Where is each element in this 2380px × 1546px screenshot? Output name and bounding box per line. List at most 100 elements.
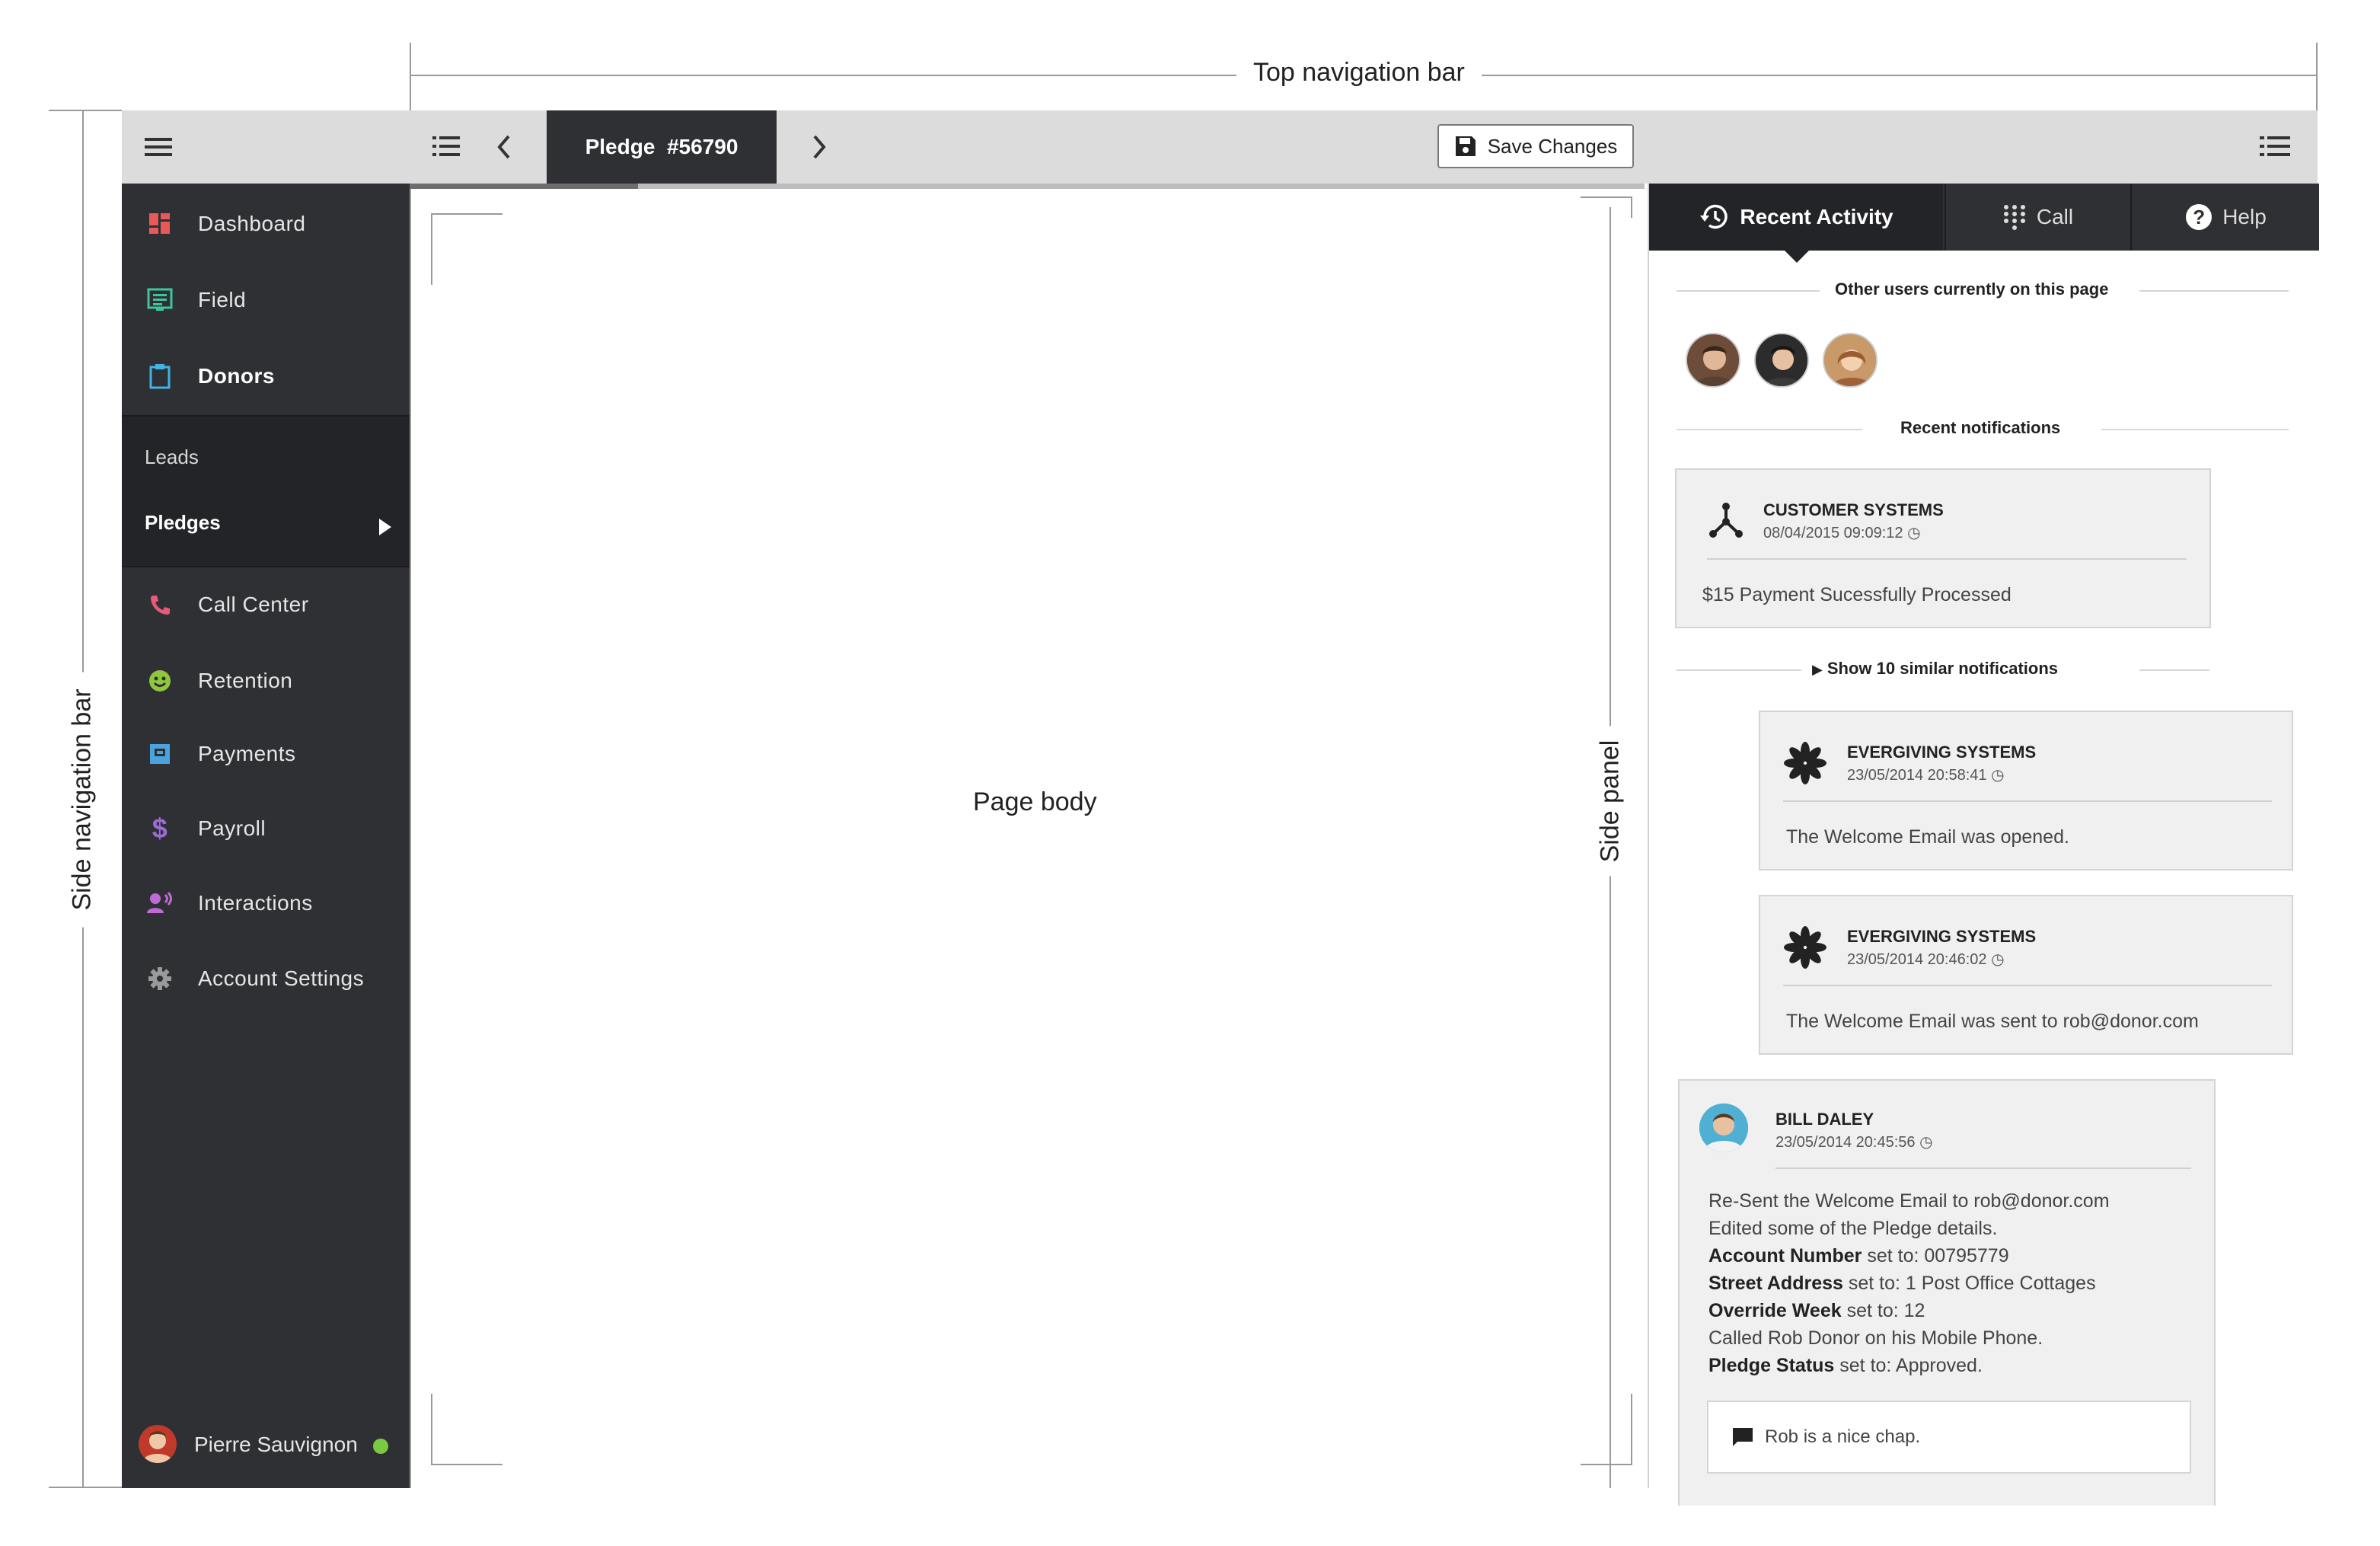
floppy-disk-icon bbox=[1455, 136, 1476, 156]
user-avatar[interactable] bbox=[1686, 333, 1740, 388]
sidebar-item-call-center[interactable]: Call Center bbox=[122, 567, 410, 642]
divider bbox=[2101, 429, 2289, 430]
sidebar-item-dashboard[interactable]: Dashboard bbox=[122, 187, 410, 261]
user-avatar[interactable] bbox=[1823, 333, 1878, 388]
chevron-right-icon[interactable] bbox=[810, 133, 828, 161]
tab-help[interactable]: ? Help bbox=[2130, 184, 2321, 251]
save-changes-label: Save Changes bbox=[1487, 134, 1618, 158]
notification-card[interactable]: CUSTOMER SYSTEMS 08/04/2015 09:09:12 ◷ $… bbox=[1675, 468, 2211, 628]
history-icon bbox=[1700, 204, 1728, 229]
activity-user-name: BILL DALEY bbox=[1775, 1110, 1874, 1129]
comment-box[interactable]: Rob is a nice chap. bbox=[1707, 1401, 2191, 1474]
corner-mark-bottom-right bbox=[1581, 1394, 1632, 1465]
divider bbox=[2139, 669, 2209, 671]
side-nav-annotation-tick-top bbox=[49, 110, 122, 111]
divider bbox=[1677, 290, 1820, 292]
activity-line: Account Number set to: 00795779 bbox=[1708, 1245, 2009, 1267]
notification-card[interactable]: EVERGIVING SYSTEMS 23/05/2014 20:46:02 ◷… bbox=[1759, 895, 2293, 1055]
sidebar-user[interactable]: Pierre Sauvignon bbox=[122, 1405, 410, 1481]
save-changes-button[interactable]: Save Changes bbox=[1437, 124, 1634, 168]
phone-icon bbox=[145, 589, 175, 620]
side-navigation-bar: Dashboard Field Donors Leads Pledges Cal… bbox=[122, 110, 410, 1488]
sidebar-item-donors[interactable]: Donors bbox=[122, 339, 410, 414]
sidebar-item-label: Donors bbox=[198, 364, 275, 388]
tab-call[interactable]: Call bbox=[1945, 184, 2130, 251]
sidebar-item-label: Interactions bbox=[198, 891, 313, 915]
show-similar-notifications-toggle[interactable]: ▶ Show 10 similar notifications bbox=[1812, 659, 2058, 679]
field-icon bbox=[145, 285, 175, 315]
notification-body: The Welcome Email was opened. bbox=[1786, 826, 2069, 848]
sidebar-item-label: Dashboard bbox=[198, 212, 306, 235]
side-panel-annotation-label: Side panel bbox=[1595, 726, 1625, 877]
active-tab-pointer bbox=[1783, 249, 1811, 263]
sidebar-item-payroll[interactable]: $ Payroll bbox=[122, 791, 410, 866]
list-view-icon[interactable] bbox=[432, 135, 460, 158]
notification-time: 23/05/2014 20:46:02 ◷ bbox=[1847, 950, 2005, 969]
sidebar-item-label: Call Center bbox=[198, 593, 309, 616]
notification-title: CUSTOMER SYSTEMS bbox=[1763, 500, 1944, 519]
notification-title: EVERGIVING SYSTEMS bbox=[1847, 743, 2037, 762]
notification-card[interactable]: EVERGIVING SYSTEMS 23/05/2014 20:58:41 ◷… bbox=[1759, 711, 2293, 870]
side-panel-tabs: Recent Activity Call ? Help bbox=[1649, 184, 2319, 251]
hamburger-menu-icon[interactable] bbox=[145, 136, 172, 158]
sidebar-header bbox=[122, 110, 410, 184]
divider bbox=[1783, 800, 2272, 802]
sidebar-item-label: Account Settings bbox=[198, 966, 365, 990]
user-avatar bbox=[1699, 1104, 1748, 1152]
sidebar-item-account-settings[interactable]: Account Settings bbox=[122, 941, 410, 1016]
user-avatar bbox=[139, 1425, 177, 1463]
submenu-item-pledges[interactable]: Pledges bbox=[145, 511, 221, 535]
submenu-item-leads[interactable]: Leads bbox=[145, 446, 199, 469]
notification-timestamp: 08/04/2015 09:09:12 bbox=[1763, 525, 1903, 541]
page-body: Page body Side panel bbox=[410, 189, 1649, 1488]
activity-line: Pledge Status set to: Approved. bbox=[1708, 1355, 1983, 1376]
top-nav-annotation-tick-left bbox=[410, 43, 411, 111]
corner-mark-bottom-left bbox=[431, 1394, 502, 1465]
side-nav-annotation-tick-bottom bbox=[49, 1487, 122, 1488]
sidebar-item-interactions[interactable]: Interactions bbox=[122, 866, 410, 941]
tab-label: Pledge #56790 bbox=[585, 135, 739, 158]
notification-time: 23/05/2014 20:58:41 ◷ bbox=[1847, 765, 2005, 784]
sidebar-item-label: Payroll bbox=[198, 816, 266, 840]
tab-scroll-indicator bbox=[410, 184, 1645, 189]
user-avatar[interactable] bbox=[1754, 333, 1809, 388]
divider bbox=[1775, 1167, 2191, 1169]
divider bbox=[1783, 985, 2272, 986]
tab-recent-activity[interactable]: Recent Activity bbox=[1649, 184, 1943, 251]
dialpad-icon bbox=[2003, 205, 2025, 230]
activity-line: Called Rob Donor on his Mobile Phone. bbox=[1708, 1327, 2043, 1349]
dashboard-icon bbox=[145, 209, 175, 239]
corner-mark-top-right bbox=[1581, 196, 1632, 218]
clock-icon: ◷ bbox=[1919, 1134, 1933, 1151]
activity-line: Override Week set to: 12 bbox=[1708, 1300, 1925, 1321]
show-similar-label: Show 10 similar notifications bbox=[1826, 659, 2059, 678]
smiley-icon bbox=[145, 666, 175, 696]
side-nav-annotation-label: Side navigation bar bbox=[67, 672, 97, 928]
sidebar-item-payments[interactable]: Payments bbox=[122, 717, 410, 791]
tab-label: Recent Activity bbox=[1740, 205, 1893, 228]
notification-body: $15 Payment Sucessfully Processed bbox=[1702, 584, 2012, 605]
other-users-title: Other users currently on this page bbox=[1835, 279, 2109, 299]
activity-line: Street Address set to: 1 Post Office Cot… bbox=[1708, 1273, 2096, 1294]
sidebar-item-field[interactable]: Field bbox=[122, 263, 410, 337]
top-nav-annotation-label: Top navigation bar bbox=[1236, 58, 1482, 88]
tab-pledge[interactable]: Pledge #56790 bbox=[547, 110, 777, 184]
clock-icon: ◷ bbox=[1907, 525, 1921, 541]
sidebar-item-label: Field bbox=[198, 288, 247, 311]
caret-right-icon bbox=[379, 519, 391, 535]
recent-notifications-title: Recent notifications bbox=[1900, 418, 2061, 437]
sidebar-item-retention[interactable]: Retention bbox=[122, 644, 410, 718]
chevron-left-icon[interactable] bbox=[495, 133, 513, 161]
user-activity-card[interactable]: BILL DALEY 23/05/2014 20:45:56 ◷ Re-Sent… bbox=[1678, 1079, 2216, 1506]
activity-line: Re-Sent the Welcome Email to rob@donor.c… bbox=[1708, 1190, 2110, 1212]
network-icon bbox=[1709, 503, 1743, 538]
evergiving-logo-icon bbox=[1784, 742, 1826, 784]
activity-time: 23/05/2014 20:45:56 ◷ bbox=[1775, 1132, 1933, 1152]
side-panel-toggle-icon[interactable] bbox=[2260, 135, 2290, 158]
payment-icon bbox=[145, 739, 175, 769]
comment-text: Rob is a nice chap. bbox=[1765, 1426, 1921, 1447]
clock-icon: ◷ bbox=[1991, 767, 2005, 784]
user-name: Pierre Sauvignon bbox=[194, 1433, 358, 1456]
clipboard-icon bbox=[145, 361, 175, 391]
notification-body: The Welcome Email was sent to rob@donor.… bbox=[1786, 1011, 2199, 1032]
